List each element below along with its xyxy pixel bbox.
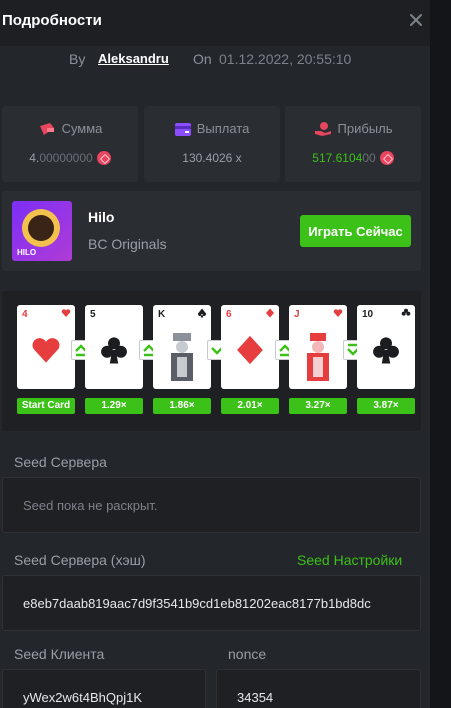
seed-server-placeholder: Seed пока не раскрыт. — [23, 498, 158, 513]
modal-title: Подробности — [2, 12, 102, 29]
card-rank: 4 — [22, 309, 28, 320]
card-rank: 6 — [226, 309, 232, 320]
heart-icon — [61, 309, 71, 317]
game-name: Hilo — [88, 209, 115, 225]
seed-client-value: yWex2w6t4BhQpj1K — [23, 690, 142, 705]
king-figure-icon — [171, 333, 193, 381]
card-rank: J — [294, 309, 300, 320]
bet-date: 01.12.2022, 20:55:10 — [219, 51, 352, 67]
close-icon[interactable] — [406, 10, 426, 30]
card-multiplier: 1.86× — [153, 398, 211, 414]
card-multiplier: 2.01× — [221, 398, 279, 414]
club-icon — [401, 308, 411, 316]
trx-coin-icon — [96, 151, 111, 165]
jack-figure-icon — [307, 333, 329, 381]
spade-icon — [197, 308, 207, 318]
stat-payout-label: Выплата — [196, 121, 250, 136]
hand-coin-icon — [314, 122, 331, 136]
hilo-mascot-icon — [22, 209, 60, 247]
seed-server-field[interactable]: Seed пока не раскрыт. — [2, 477, 421, 533]
card-multiplier: Start Card — [17, 398, 75, 414]
card-rank: 10 — [362, 309, 374, 320]
diamond-icon — [237, 335, 263, 365]
game-thumbnail[interactable]: HILO — [12, 201, 72, 261]
stat-profit-label: Прибыль — [337, 121, 393, 136]
stat-amount-value-dim: 00000000 — [39, 151, 93, 165]
card-3: 6 — [221, 305, 279, 389]
stat-profit-value-dim: 00 — [362, 151, 376, 165]
card-4: J — [289, 305, 347, 389]
stat-payout: Выплата 130.4026 x — [144, 106, 280, 182]
diamond-icon — [266, 308, 274, 318]
card-0: 4 — [17, 305, 75, 389]
card-rank: 5 — [90, 309, 96, 320]
nonce-field[interactable]: 34354 — [216, 669, 421, 708]
seed-client-label: Seed Клиента — [14, 646, 105, 662]
card-5: 10 — [357, 305, 415, 389]
game-panel: HILO Hilo BC Originals Играть Сейчас — [2, 191, 421, 271]
seed-client-field[interactable]: yWex2w6t4BhQpj1K — [2, 669, 206, 708]
club-icon — [101, 337, 127, 364]
card-multiplier: 3.27× — [289, 398, 347, 414]
trx-coin-icon — [379, 151, 394, 165]
play-now-button[interactable]: Играть Сейчас — [300, 215, 411, 247]
stat-amount-label: Сумма — [61, 121, 103, 136]
wallet-icon — [39, 123, 54, 135]
card-2: K — [153, 305, 211, 389]
nonce-value: 34354 — [237, 690, 274, 705]
card-multiplier: 1.29× — [85, 398, 143, 414]
modal-header: Подробности — [0, 0, 430, 46]
bet-byline: By Aleksandru On 01.12.2022, 20:55:10 — [0, 50, 430, 70]
stat-payout-value: 130.4026 x — [182, 151, 242, 165]
game-provider: BC Originals — [88, 236, 167, 252]
seed-server-label: Seed Сервера — [14, 454, 107, 470]
on-label: On — [193, 51, 212, 67]
seed-settings-link[interactable]: Seed Настройки — [297, 552, 402, 568]
stat-amount: Сумма 4.00000000 — [2, 106, 138, 182]
stat-amount-value: 4. — [29, 151, 40, 165]
card-multiplier: 3.87× — [357, 398, 415, 414]
username-link[interactable]: Aleksandru — [98, 51, 169, 66]
hilo-history: 4 Start Card 5 1.29× K 1.86× 6 2.01× J 3… — [2, 291, 421, 431]
seed-hash-field[interactable]: e8eb7daab819aac7d9f3541b9cd1eb81202eac81… — [2, 575, 421, 631]
card-icon — [174, 123, 191, 136]
seed-hash-value: e8eb7daab819aac7d9f3541b9cd1eb81202eac81… — [23, 596, 371, 611]
heart-icon — [32, 338, 60, 363]
by-label: By — [69, 51, 86, 67]
background-page — [429, 0, 451, 708]
details-modal: Подробности By Aleksandru On 01.12.2022,… — [0, 0, 430, 708]
stat-profit-value: 517.6104 — [312, 151, 363, 165]
card-1: 5 — [85, 305, 143, 389]
nonce-label: nonce — [228, 646, 267, 662]
card-rank: K — [158, 309, 166, 320]
stat-profit: Прибыль 517.610400 — [285, 106, 421, 182]
club-icon — [373, 337, 399, 364]
heart-icon — [333, 309, 343, 317]
seed-hash-label: Seed Сервера (хэш) — [14, 552, 146, 568]
thumb-label: HILO — [17, 248, 37, 257]
